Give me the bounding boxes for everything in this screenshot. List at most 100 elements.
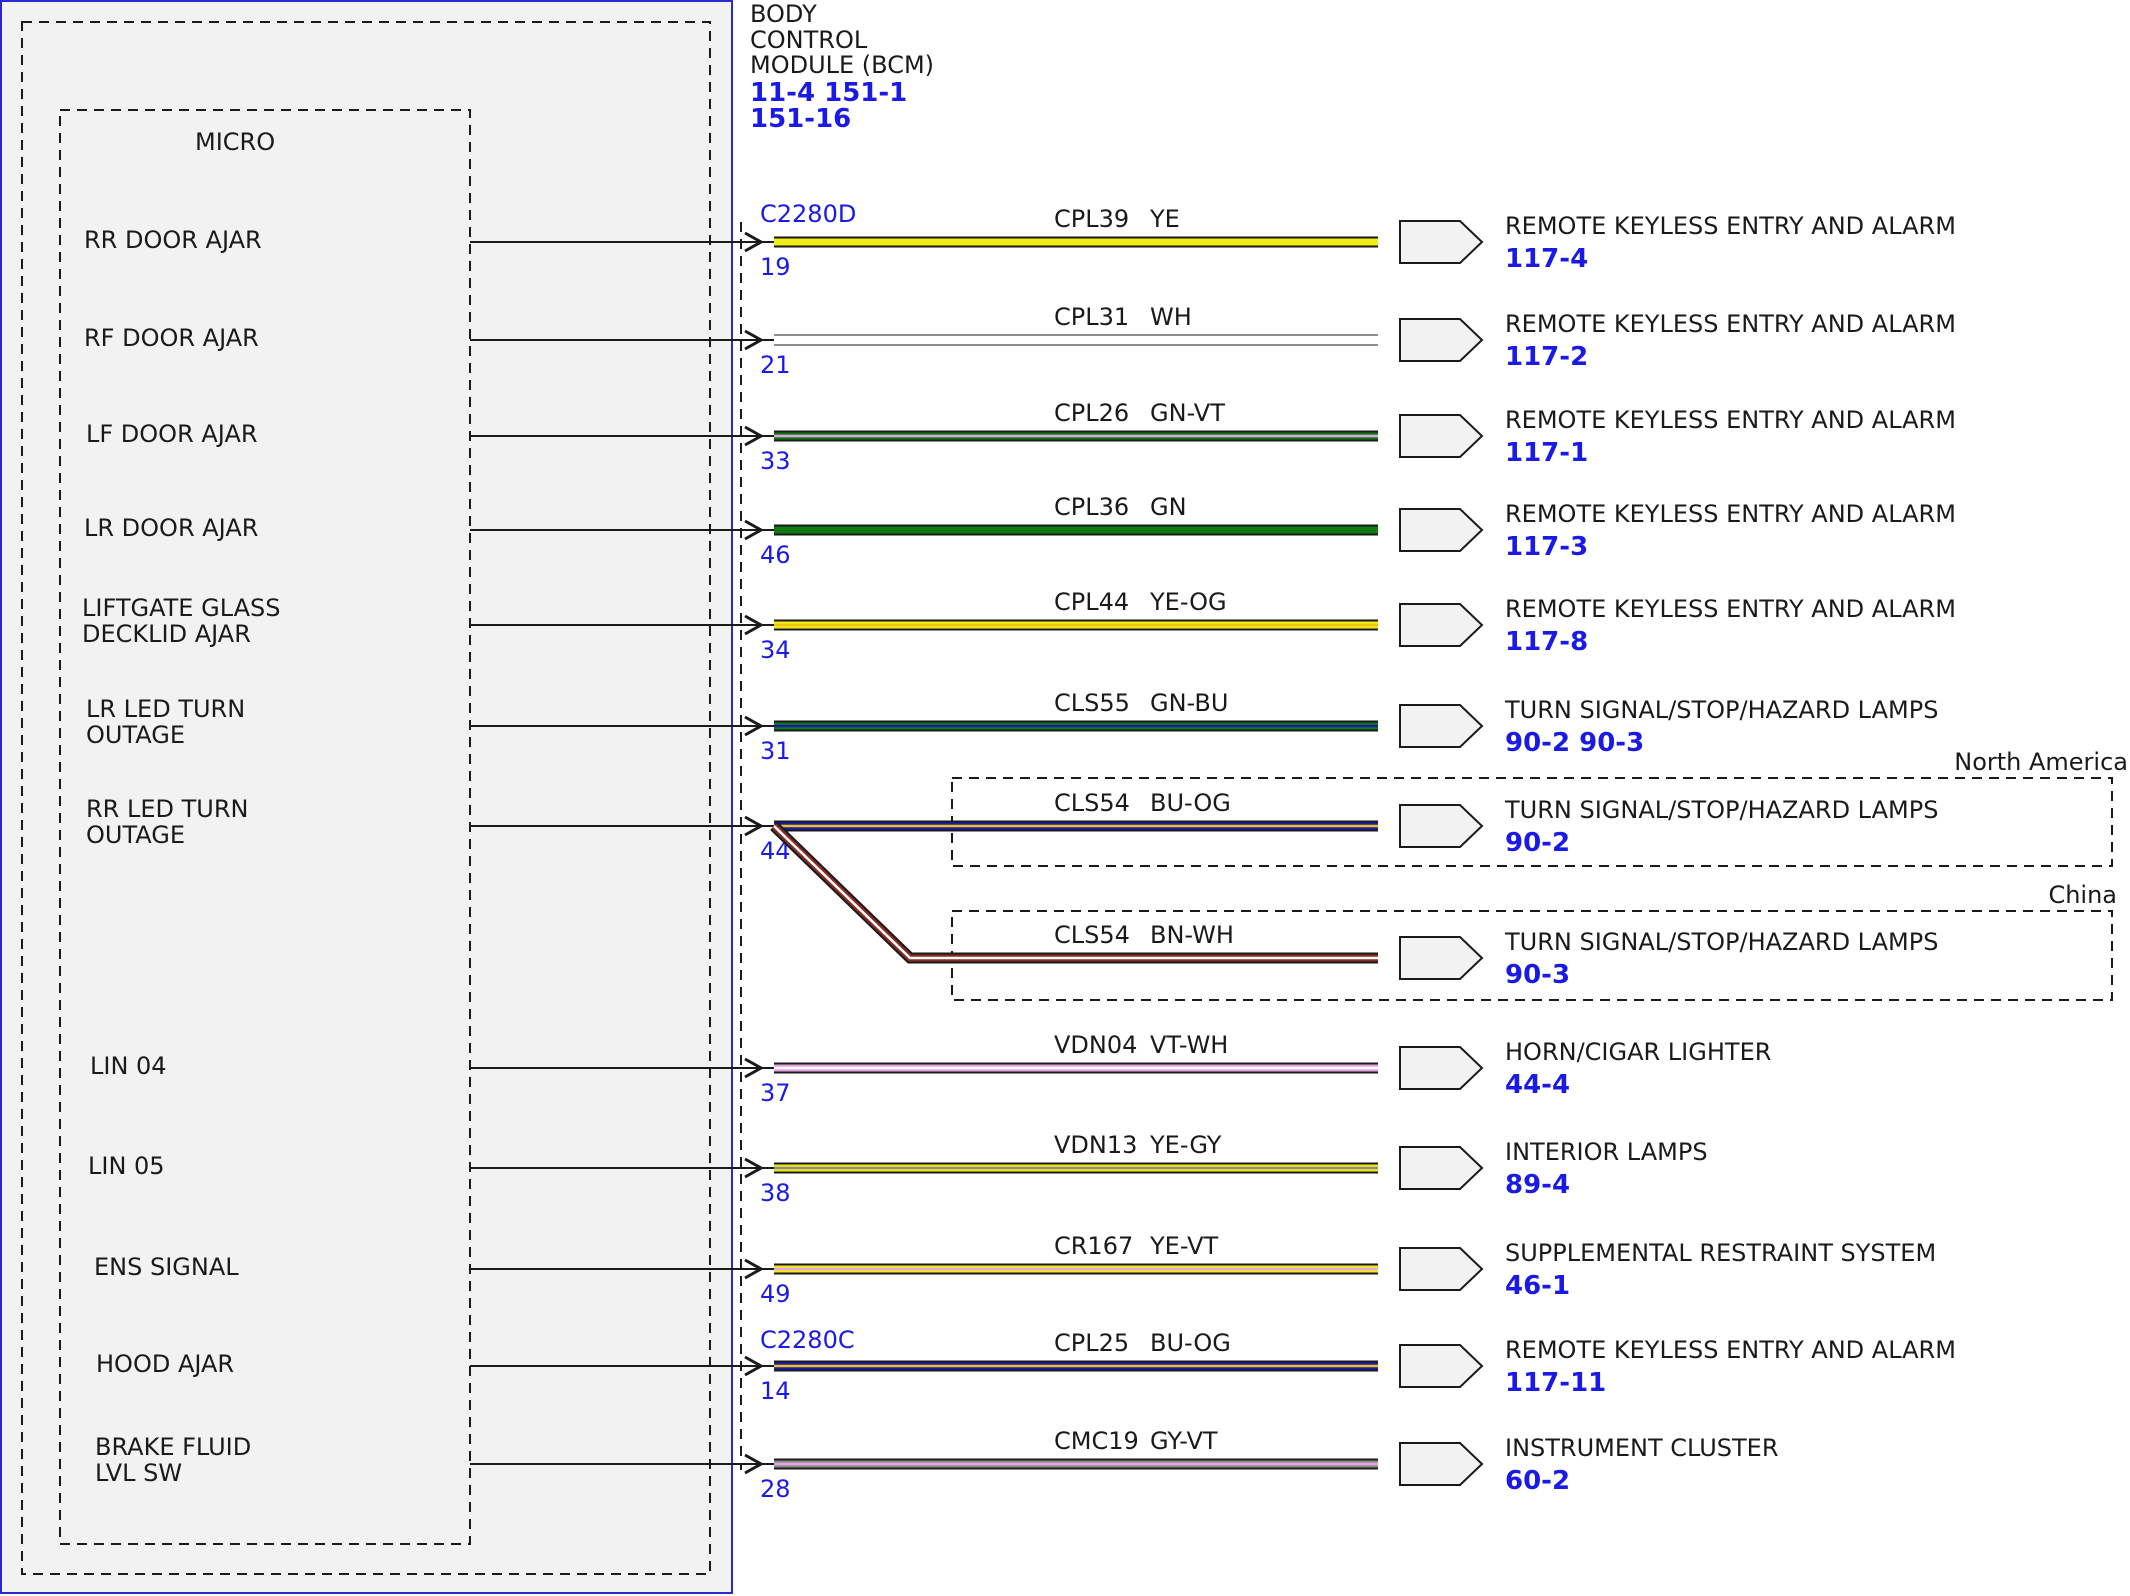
connector-c2280d[interactable]: C2280D [760,200,856,228]
pin-number: 37 [760,1079,791,1107]
inline-connector-icon [1399,704,1484,748]
signal-label: RR DOOR AJAR [84,226,262,254]
module-title-line-2: CONTROL [750,26,868,54]
pin-number: 19 [760,253,791,281]
circuit-id: CLS54 [1054,789,1130,817]
wire-color-code: YE-VT [1149,1232,1218,1260]
signal-label-line: LR LED TURN [86,695,245,723]
wire-color-code: YE-GY [1149,1131,1222,1159]
wire-color-code: BU-OG [1150,1329,1231,1357]
circuit-id: VDN04 [1054,1031,1137,1059]
pin-number: 46 [760,541,791,569]
inline-connector-icon [1399,1247,1484,1291]
circuit-id: CPL44 [1054,588,1129,616]
destination-label: REMOTE KEYLESS ENTRY AND ALARM [1505,310,1956,338]
wire-color-code: GN-BU [1150,689,1228,717]
signal-label-line: LR DOOR AJAR [84,514,258,542]
signal-label-line: RF DOOR AJAR [84,324,259,352]
signal-label-line: OUTAGE [86,821,185,849]
inline-connector-icon [1399,1146,1484,1190]
circuit-id: CPL39 [1054,205,1129,233]
signal-label: LF DOOR AJAR [86,420,258,448]
destination-reference-link[interactable]: 44-4 [1505,1070,1570,1100]
destination-reference-link[interactable]: 60-2 [1505,1466,1570,1496]
destination-reference-link[interactable]: 117-4 [1505,244,1588,274]
destination-reference-link[interactable]: 46-1 [1505,1271,1570,1301]
signal-label-line: LIFTGATE GLASS [82,594,281,622]
destination-reference-link[interactable]: 117-2 [1505,342,1588,372]
destination-reference-link[interactable]: 90-3 [1505,960,1570,990]
signal-label-line: LF DOOR AJAR [86,420,258,448]
circuit-id: CPL31 [1054,303,1129,331]
signal-label-line: OUTAGE [86,721,185,749]
module-title: BODY CONTROL MODULE (BCM) [750,0,934,79]
signal-label: LR DOOR AJAR [84,514,258,542]
destination-label: INTERIOR LAMPS [1505,1138,1708,1166]
wire-color-code: BN-WH [1150,921,1234,949]
inline-connector-icon [1399,804,1484,848]
circuit-id: CLS55 [1054,689,1130,717]
circuit-id: CR167 [1054,1232,1133,1260]
destination-reference-link[interactable]: 90-2 [1505,828,1570,858]
destination-label: REMOTE KEYLESS ENTRY AND ALARM [1505,500,1956,528]
pin-number: 33 [760,447,791,475]
circuit-id: CPL36 [1054,493,1129,521]
destination-reference-link[interactable]: 117-11 [1505,1368,1606,1398]
destination-reference-link[interactable]: 117-1 [1505,438,1588,468]
signal-label: ENS SIGNAL [94,1253,239,1281]
circuit-id: VDN13 [1054,1131,1137,1159]
inline-connector-icon [1399,220,1484,264]
connector-c2280c[interactable]: C2280C [760,1326,855,1354]
destination-label: REMOTE KEYLESS ENTRY AND ALARM [1505,212,1956,240]
inline-connector-icon [1399,1046,1484,1090]
destination-label: TURN SIGNAL/STOP/HAZARD LAMPS [1504,928,1938,956]
wiring-diagram: MICRO BODY CONTROL MODULE (BCM) 11-4 151… [0,0,2128,1594]
signal-label-line: LVL SW [95,1459,182,1487]
destination-label: HORN/CIGAR LIGHTER [1505,1038,1771,1066]
pin-number: 14 [760,1377,791,1405]
destination-label: REMOTE KEYLESS ENTRY AND ALARM [1505,406,1956,434]
signal-label-line: DECKLID AJAR [82,620,251,648]
destination-reference-link[interactable]: 90-2 90-3 [1505,728,1644,758]
signal-label: LIN 04 [90,1052,167,1080]
signal-label: RF DOOR AJAR [84,324,259,352]
signal-label-line: LIN 05 [88,1152,165,1180]
signal-label-line: RR DOOR AJAR [84,226,262,254]
wire-color-code: BU-OG [1150,789,1231,817]
inline-connector-icon [1399,1442,1484,1486]
destination-reference-link[interactable]: 89-4 [1505,1170,1570,1200]
region-label-china: China [2048,881,2117,909]
inline-connector-icon [1399,414,1484,458]
signal-label: LIN 05 [88,1152,165,1180]
circuit-id: CPL26 [1054,399,1129,427]
signal-label: LIFTGATE GLASS DECKLID AJAR [82,594,281,648]
inline-connector-icon [1399,318,1484,362]
destination-label: TURN SIGNAL/STOP/HAZARD LAMPS [1504,696,1938,724]
circuit-id: CMC19 [1054,1427,1139,1455]
destination-reference-link[interactable]: 117-3 [1505,532,1588,562]
destination-label: REMOTE KEYLESS ENTRY AND ALARM [1505,595,1956,623]
destination-label: REMOTE KEYLESS ENTRY AND ALARM [1505,1336,1956,1364]
signal-label-line: BRAKE FLUID [95,1433,251,1461]
wire-color-code: YE [1149,205,1180,233]
signal-label-line: HOOD AJAR [96,1350,234,1378]
pin-number: 34 [760,636,791,664]
pin-number: 31 [760,737,791,765]
wire-color-code: GN-VT [1150,399,1225,427]
signal-label-line: ENS SIGNAL [94,1253,239,1281]
destination-label: TURN SIGNAL/STOP/HAZARD LAMPS [1504,796,1938,824]
wire-color-code: WH [1150,303,1192,331]
inline-connector-icon [1399,936,1484,980]
circuit-id: CPL25 [1054,1329,1129,1357]
micro-label: MICRO [195,128,275,156]
destination-reference-link[interactable]: 117-8 [1505,627,1588,657]
signal-label: HOOD AJAR [96,1350,234,1378]
inline-connector-icon [1399,1344,1484,1388]
pin-number: 28 [760,1475,791,1503]
pin-number: 49 [760,1280,791,1308]
module-reference[interactable]: 11-4 151-1 151-16 [750,78,916,134]
region-label-north-america: North America [1954,748,2128,776]
destination-label: SUPPLEMENTAL RESTRAINT SYSTEM [1505,1239,1936,1267]
module-reference-line-2[interactable]: 151-16 [750,104,851,134]
signal-label-line: LIN 04 [90,1052,167,1080]
